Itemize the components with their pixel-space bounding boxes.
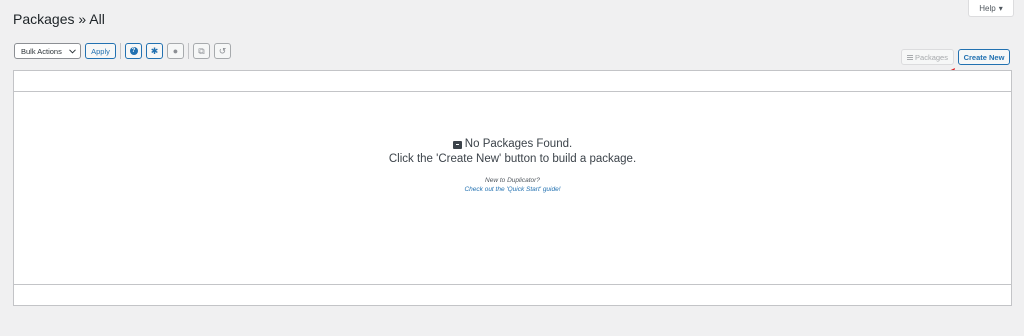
empty-state-title-text: No Packages Found. bbox=[464, 138, 573, 150]
quick-start-guide-link[interactable]: Check out the 'Quick Start' guide! bbox=[14, 185, 1011, 194]
empty-state-subtitle: Click the 'Create New' button to build a… bbox=[388, 153, 637, 165]
help-button[interactable]: ? bbox=[125, 43, 142, 59]
help-label: Help bbox=[979, 3, 996, 13]
refresh-button[interactable]: ↺ bbox=[214, 43, 231, 59]
toolbar-divider bbox=[120, 43, 121, 59]
packages-toolbar: Bulk Actions Apply ? ✱ ● ⧉ ↺ bbox=[14, 43, 235, 59]
page-actions: Packages Create New bbox=[901, 49, 1010, 65]
refresh-icon: ↺ bbox=[218, 45, 227, 56]
info-button[interactable]: ● bbox=[167, 43, 184, 59]
bulk-actions-select[interactable]: Bulk Actions bbox=[14, 43, 81, 59]
question-icon: ? bbox=[129, 47, 138, 55]
copy-button[interactable]: ⧉ bbox=[193, 43, 210, 59]
new-to-duplicator-text: New to Duplicator? bbox=[485, 177, 540, 184]
empty-state-title: No Packages Found. bbox=[14, 137, 1011, 152]
help-tab-button[interactable]: Help ▾ bbox=[968, 0, 1014, 17]
list-icon bbox=[907, 54, 914, 60]
gear-icon: ✱ bbox=[150, 45, 159, 56]
page-title: Packages » All bbox=[13, 11, 105, 27]
bulk-actions-value: Bulk Actions bbox=[21, 46, 62, 56]
table-footer bbox=[14, 284, 1011, 305]
packages-label: Packages bbox=[915, 52, 948, 62]
info-icon: ● bbox=[172, 45, 179, 56]
caret-down-icon: ▾ bbox=[998, 3, 1003, 13]
apply-button[interactable]: Apply bbox=[85, 43, 116, 59]
copy-icon: ⧉ bbox=[198, 45, 205, 56]
create-new-button[interactable]: Create New bbox=[958, 49, 1010, 65]
empty-state: No Packages Found. Click the 'Create New… bbox=[14, 137, 1011, 194]
table-header bbox=[14, 71, 1011, 92]
chevron-down-icon bbox=[69, 48, 76, 54]
packages-button[interactable]: Packages bbox=[901, 49, 954, 65]
packages-table: No Packages Found. Click the 'Create New… bbox=[13, 70, 1012, 306]
toolbar-divider bbox=[188, 43, 189, 59]
archive-icon bbox=[452, 140, 462, 149]
settings-button[interactable]: ✱ bbox=[146, 43, 163, 59]
